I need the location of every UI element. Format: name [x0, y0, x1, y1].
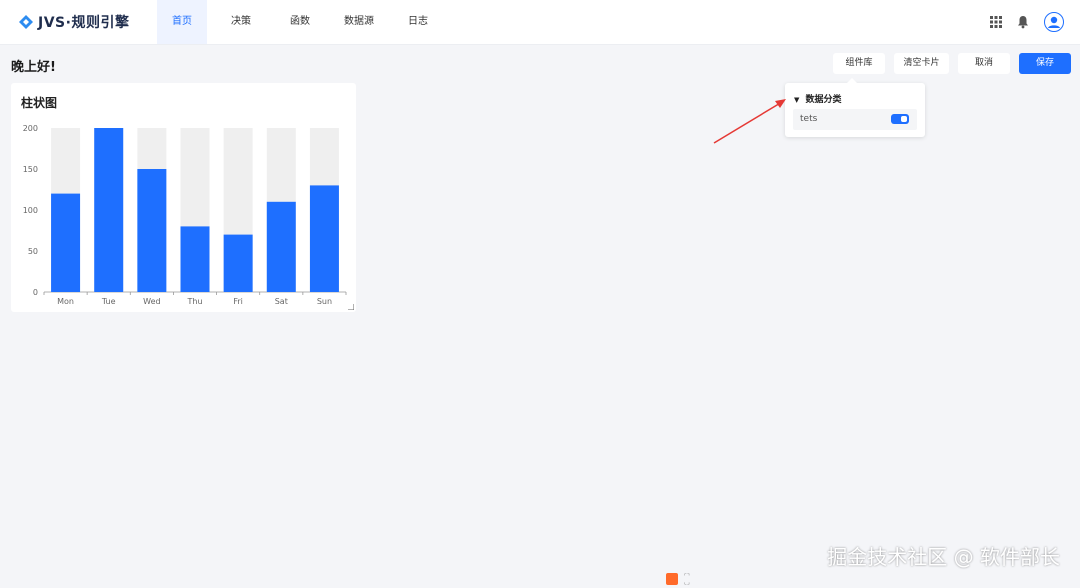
nav-item-logs[interactable]: 日志 [393, 0, 443, 44]
panel-caret [847, 78, 857, 83]
apps-grid-icon[interactable] [990, 16, 1002, 28]
header-icons [976, 12, 1064, 32]
category-header[interactable]: ▼ 数据分类 [794, 92, 842, 105]
page-greeting: 晚上好! [11, 60, 56, 75]
category-toggle[interactable] [891, 114, 909, 124]
save-button[interactable]: 保存 [1019, 53, 1071, 74]
x-tick-label: Sat [275, 297, 288, 306]
x-tick-label: Sun [317, 297, 332, 306]
y-tick-label: 150 [23, 165, 38, 174]
component-library-panel: ▼ 数据分类 tets [785, 78, 925, 137]
caret-down-icon: ▼ [794, 96, 800, 104]
x-tick-label: Tue [101, 297, 116, 306]
brand-name: JVS·规则引擎 [38, 15, 130, 31]
x-tick-label: Fri [233, 297, 243, 306]
x-tick-label: Mon [57, 297, 74, 306]
y-tick-label: 50 [28, 247, 38, 256]
main-nav: 首页 决策 函数 数据源 日志 [157, 0, 452, 44]
bar-mon [51, 193, 81, 292]
cancel-button[interactable]: 取消 [958, 53, 1010, 74]
bar-sat [266, 201, 296, 292]
resize-handle-icon[interactable] [348, 304, 354, 310]
x-tick-label: Wed [143, 297, 160, 306]
bar-fri [223, 234, 253, 292]
bar-thu [180, 226, 210, 292]
bar-chart-card[interactable]: 柱状图 0 50 100 150 200 Mon Tue Wed Thu Fri Sat Sun [11, 83, 356, 312]
y-tick-label: 0 [33, 288, 38, 297]
brand-logo[interactable]: JVS·规则引擎 [18, 12, 129, 32]
nav-item-functions[interactable]: 函数 [275, 0, 325, 44]
category-item[interactable]: tets [793, 109, 917, 130]
top-bar: JVS·规则引擎 首页 决策 函数 数据源 日志 [0, 0, 1080, 45]
user-avatar-icon[interactable] [1044, 12, 1064, 32]
x-tick-label: Thu [186, 297, 202, 306]
expand-icon[interactable]: ⌜⌝ ⌞⌟ [684, 574, 690, 586]
bar-tue [94, 128, 124, 292]
nav-item-decision[interactable]: 决策 [216, 0, 266, 44]
watermark: 掘金技术社区 @ 软件部长 [827, 545, 1060, 569]
category-title: 数据分类 [805, 95, 842, 105]
html5-badge-icon[interactable] [666, 573, 678, 585]
category-item-label: tets [800, 114, 818, 124]
bar-sun [309, 185, 339, 292]
y-tick-label: 200 [23, 124, 38, 133]
bell-icon[interactable] [1016, 15, 1030, 29]
nav-item-datasource[interactable]: 数据源 [334, 0, 384, 44]
nav-item-home[interactable]: 首页 [157, 0, 207, 44]
y-tick-label: 100 [23, 206, 38, 215]
bar-wed [137, 169, 167, 292]
logo-icon [19, 15, 33, 29]
component-library-button[interactable]: 组件库 [833, 53, 885, 74]
toggle-knob [901, 116, 907, 122]
clear-cards-button[interactable]: 清空卡片 [894, 53, 949, 74]
action-bar: 组件库 清空卡片 取消 保存 [824, 53, 1071, 74]
bar-chart: 0 50 100 150 200 Mon Tue Wed Thu Fri Sat Sun [23, 124, 347, 306]
